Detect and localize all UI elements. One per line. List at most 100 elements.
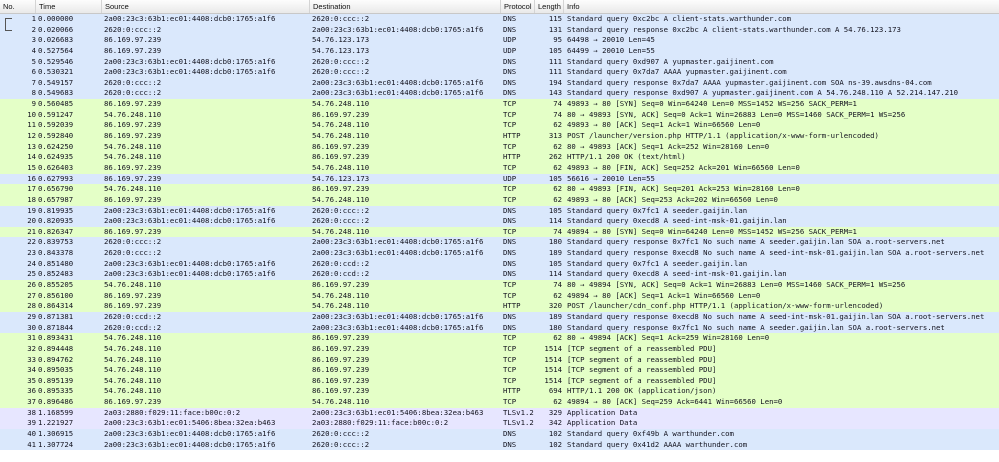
- packet-row[interactable]: 4 0.527564 86.169.97.239 54.76.123.173 UDP 10…: [0, 45, 999, 57]
- packet-number: 27: [27, 290, 36, 300]
- packet-info: 56616 → 20010 Len=55: [567, 173, 655, 183]
- packet-row[interactable]: 24 0.851480 2a00:23c3:63b1:ec01:4408:dcb0:…: [0, 258, 999, 270]
- packet-row[interactable]: 35 0.895139 54.76.248.110 86.169.97.239 TCP 1…: [0, 375, 999, 387]
- packet-row[interactable]: 21 0.826347 86.169.97.239 54.76.248.110 TCP 7…: [0, 226, 999, 238]
- packet-row[interactable]: 36 0.895335 54.76.248.110 86.169.97.239 HTTP…: [0, 386, 999, 398]
- packet-row[interactable]: 13 0.624250 54.76.248.110 86.169.97.239 TCP 6…: [0, 141, 999, 153]
- packet-time: 0.591247: [38, 109, 74, 119]
- packet-source: 2a00:23c3:63b1:ec01:4408:dcb0:1765:a1f6: [104, 205, 276, 215]
- packet-source: 54.76.248.110: [104, 333, 162, 343]
- packet-row[interactable]: 18 0.657987 86.169.97.239 54.76.248.110 TCP 6…: [0, 194, 999, 206]
- packet-row[interactable]: 23 0.843378 2620:0:ccc::2 2a00:23c3:63b1:ec…: [0, 248, 999, 259]
- packet-number: 38: [27, 407, 36, 417]
- packet-row[interactable]: 37 0.896486 86.169.97.239 54.76.248.110 TCP 6…: [0, 397, 999, 408]
- packet-length: 115: [548, 14, 562, 23]
- packet-row[interactable]: 20 0.820935 2a00:23c3:63b1:ec01:4408:dcb0:…: [0, 216, 999, 227]
- packet-row[interactable]: 33 0.894762 54.76.248.110 86.169.97.239 TCP 1…: [0, 354, 999, 366]
- column-header-no[interactable]: No.: [0, 0, 36, 13]
- packet-protocol: TLSv1.2: [503, 407, 534, 417]
- packet-row[interactable]: 10 0.591247 54.76.248.110 86.169.97.239 TCP 7…: [0, 109, 999, 121]
- packet-length: 62: [553, 120, 562, 130]
- packet-row[interactable]: 16 0.627993 86.169.97.239 54.76.123.173 UDP 1…: [0, 173, 999, 185]
- packet-list: 1 0.000000 2a00:23c3:63b1:ec01:4408:dcb0:1…: [0, 14, 999, 451]
- packet-number: 36: [27, 386, 36, 396]
- column-header-source[interactable]: Source: [102, 0, 310, 13]
- packet-number: 14: [27, 152, 36, 162]
- packet-row[interactable]: 6 0.530321 2a00:23c3:63b1:ec01:4408:dcb0:1…: [0, 67, 999, 78]
- packet-row[interactable]: 31 0.893431 54.76.248.110 86.169.97.239 TCP 6…: [0, 333, 999, 344]
- packet-info: 64499 → 20010 Len=55: [567, 45, 655, 55]
- packet-source: 2a00:23c3:63b1:ec01:4408:dcb0:1765:a1f6: [104, 258, 276, 268]
- packet-row[interactable]: 38 1.168599 2a03:2880:f029:11:face:b00c:0:…: [0, 407, 999, 419]
- packet-source: 2620:0:ccd::2: [104, 311, 162, 321]
- column-header-destination[interactable]: Destination: [310, 0, 501, 13]
- packet-row[interactable]: 32 0.894448 54.76.248.110 86.169.97.239 TCP 1…: [0, 343, 999, 355]
- packet-protocol: UDP: [503, 173, 517, 183]
- packet-row[interactable]: 22 0.839753 2620:0:ccc::2 2a00:23c3:63b1:ec…: [0, 237, 999, 249]
- packet-info: Standard query response 0x7fc1 No such n…: [567, 237, 945, 247]
- column-header-time[interactable]: Time: [36, 0, 102, 13]
- packet-row[interactable]: 11 0.592039 86.169.97.239 54.76.248.110 TCP 6…: [0, 120, 999, 132]
- packet-length: 74: [553, 99, 562, 109]
- packet-row[interactable]: 28 0.864314 86.169.97.239 54.76.248.110 HTTP…: [0, 301, 999, 312]
- packet-protocol: DNS: [503, 311, 517, 321]
- packet-row[interactable]: 30 0.871844 2620:0:ccd::2 2a00:23c3:63b1:ec…: [0, 322, 999, 334]
- packet-destination: 2a00:23c3:63b1:ec01:4408:dcb0:1765:a1f6: [312, 237, 484, 247]
- packet-row[interactable]: 25 0.852483 2a00:23c3:63b1:ec01:4408:dcb0:…: [0, 269, 999, 281]
- packet-row[interactable]: 39 1.221927 2a00:23c3:63b1:ec01:5406:8bea:…: [0, 418, 999, 429]
- packet-source: 2a00:23c3:63b1:ec01:5406:8bea:32ea:b463: [104, 418, 276, 428]
- packet-row[interactable]: 41 1.307724 2a00:23c3:63b1:ec01:4408:dcb0:…: [0, 439, 999, 451]
- packet-protocol: HTTP: [503, 301, 521, 311]
- packet-row[interactable]: 3 0.026683 86.169.97.239 54.76.123.173 UDP 95…: [0, 35, 999, 46]
- column-header-protocol[interactable]: Protocol: [501, 0, 535, 13]
- packet-destination: 54.76.248.110: [312, 290, 370, 300]
- packet-length: 262: [548, 152, 562, 162]
- packet-protocol: TCP: [503, 162, 517, 172]
- packet-row[interactable]: 14 0.624935 54.76.248.110 86.169.97.239 HTTP…: [0, 152, 999, 163]
- packet-length: 342: [548, 418, 562, 428]
- packet-destination: 86.169.97.239: [312, 386, 370, 396]
- packet-destination: 54.76.248.110: [312, 397, 370, 407]
- packet-length: 320: [548, 301, 562, 311]
- packet-protocol: TCP: [503, 120, 517, 130]
- packet-row[interactable]: 29 0.871381 2620:0:ccd::2 2a00:23c3:63b1:ec…: [0, 311, 999, 323]
- packet-row[interactable]: 19 0.819935 2a00:23c3:63b1:ec01:4408:dcb0:…: [0, 205, 999, 217]
- packet-source: 86.169.97.239: [104, 131, 162, 141]
- packet-row[interactable]: 27 0.856100 86.169.97.239 54.76.248.110 TCP 6…: [0, 290, 999, 302]
- packet-row[interactable]: 26 0.855205 54.76.248.110 86.169.97.239 TCP 7…: [0, 280, 999, 291]
- packet-protocol: DNS: [503, 322, 517, 332]
- packet-row[interactable]: 7 0.549157 2620:0:ccc::2 2a00:23c3:63b1:ec0…: [0, 77, 999, 89]
- packet-destination: 2a00:23c3:63b1:ec01:4408:dcb0:1765:a1f6: [312, 311, 484, 321]
- packet-number: 21: [27, 226, 36, 236]
- packet-destination: 54.76.123.173: [312, 45, 370, 55]
- packet-row[interactable]: 5 0.529546 2a00:23c3:63b1:ec01:4408:dcb0:1…: [0, 56, 999, 68]
- packet-row[interactable]: 9 0.560485 86.169.97.239 54.76.248.110 TCP 74…: [0, 99, 999, 110]
- packet-row[interactable]: 8 0.549683 2620:0:ccc::2 2a00:23c3:63b1:ec0…: [0, 88, 999, 100]
- packet-info: 49894 → 80 [SYN] Seq=0 Win=64240 Len=0 M…: [567, 226, 857, 236]
- packet-row[interactable]: 1 0.000000 2a00:23c3:63b1:ec01:4408:dcb0:1…: [0, 14, 999, 25]
- packet-row[interactable]: 17 0.656790 54.76.248.110 86.169.97.239 TCP 6…: [0, 184, 999, 195]
- packet-time: 0.896486: [38, 397, 74, 407]
- packet-info: 49894 → 80 [ACK] Seq=1 Ack=1 Win=66560 L…: [567, 290, 761, 300]
- packet-number: 11: [27, 120, 36, 130]
- packet-row[interactable]: 12 0.592840 86.169.97.239 54.76.248.110 HTTP…: [0, 131, 999, 142]
- packet-time: 0.000000: [38, 14, 74, 23]
- packet-length: 111: [548, 67, 562, 77]
- column-header-info[interactable]: Info: [564, 0, 999, 13]
- packet-source: 54.76.248.110: [104, 184, 162, 194]
- packet-row[interactable]: 2 0.020066 2620:0:ccc::2 2a00:23c3:63b1:ec0…: [0, 24, 999, 36]
- packet-source: 2a00:23c3:63b1:ec01:4408:dcb0:1765:a1f6: [104, 428, 276, 438]
- packet-row[interactable]: 15 0.626403 86.169.97.239 54.76.248.110 TCP 6…: [0, 162, 999, 174]
- column-header-length[interactable]: Length: [535, 0, 564, 13]
- packet-number: 29: [27, 311, 36, 321]
- packet-row[interactable]: 40 1.306915 2a00:23c3:63b1:ec01:4408:dcb0:…: [0, 428, 999, 440]
- packet-source: 86.169.97.239: [104, 173, 162, 183]
- packet-length: 62: [553, 141, 562, 151]
- packet-time: 0.820935: [38, 216, 74, 226]
- packet-number: 35: [27, 375, 36, 385]
- packet-row[interactable]: 34 0.895035 54.76.248.110 86.169.97.239 TCP 1…: [0, 365, 999, 376]
- packet-info: Standard query 0x7fc1 A seeder.gaijin.la…: [567, 205, 748, 215]
- packet-source: 2a00:23c3:63b1:ec01:4408:dcb0:1765:a1f6: [104, 67, 276, 77]
- packet-number: 19: [27, 205, 36, 215]
- packet-source: 54.76.248.110: [104, 152, 162, 162]
